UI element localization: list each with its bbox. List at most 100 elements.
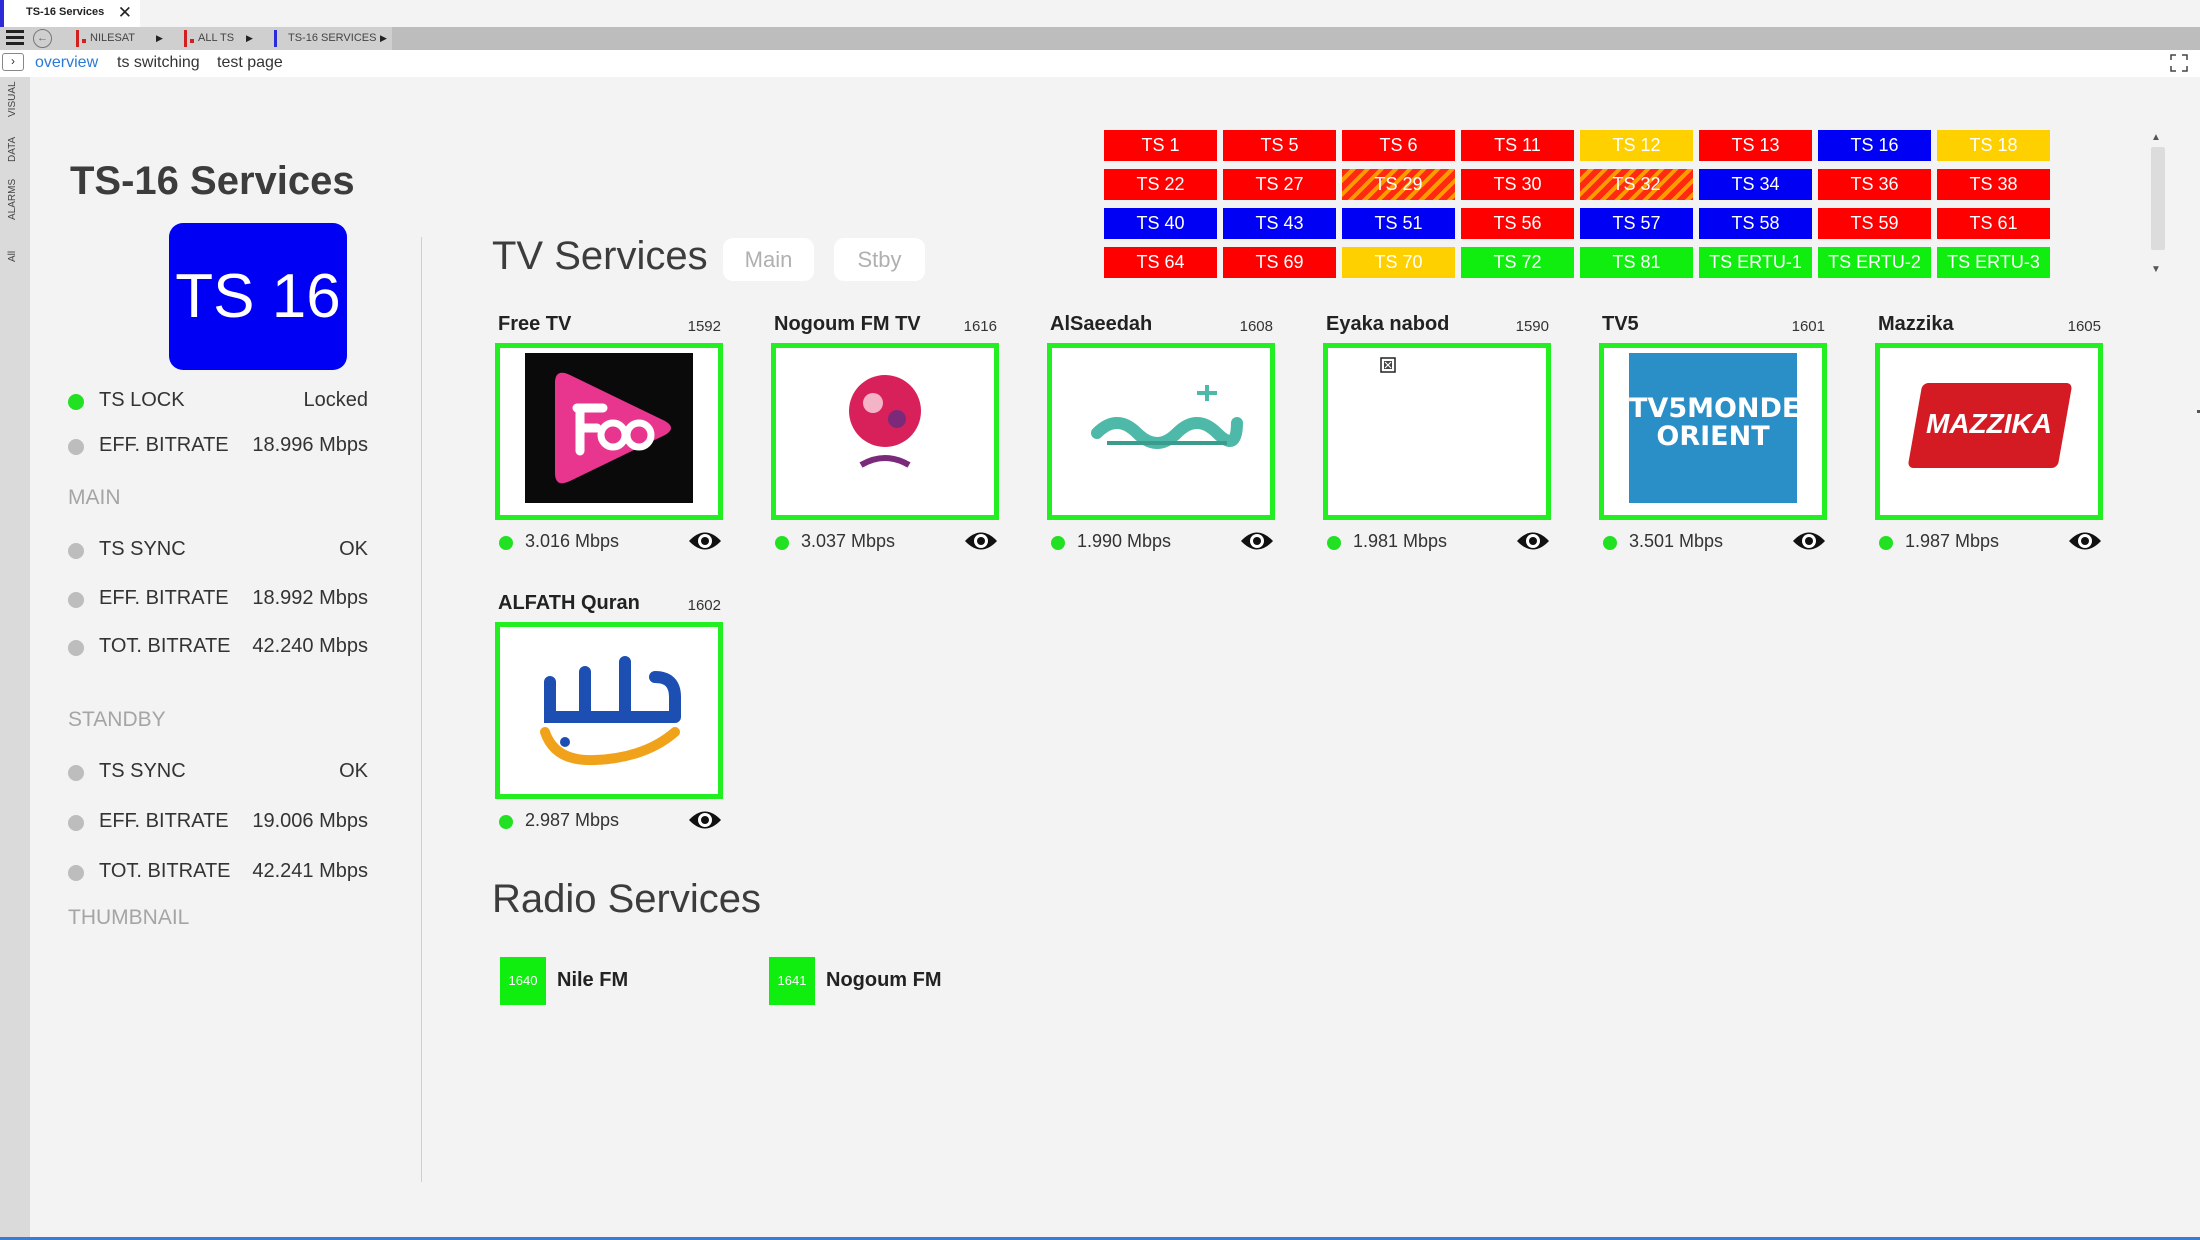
service-thumbnail[interactable]: TV5MONDE ORIENT	[1599, 343, 1827, 520]
ts-cell[interactable]: TS 22	[1104, 169, 1217, 200]
service-card-free-tv[interactable]: Free TV 1592 3.016 Mbps	[495, 313, 723, 575]
ts-cell[interactable]: TS 16	[1818, 130, 1931, 161]
eye-icon[interactable]	[2067, 528, 2103, 554]
ts-cell[interactable]: TS 38	[1937, 169, 2050, 200]
ts-cell[interactable]: TS 27	[1223, 169, 1336, 200]
ts-cell[interactable]: TS 43	[1223, 208, 1336, 239]
ts-cell[interactable]: TS 1	[1104, 130, 1217, 161]
service-name: Eyaka nabod	[1326, 313, 1450, 335]
chevron-right-icon[interactable]: ▶	[156, 27, 163, 50]
ts-cell[interactable]: TS 72	[1461, 247, 1574, 278]
stby-stream-button[interactable]: Stby	[834, 238, 925, 281]
tab-test-page[interactable]: test page	[217, 54, 283, 72]
service-name: ALFATH Quran	[498, 592, 640, 614]
service-thumbnail[interactable]: MAZZIKA	[1875, 343, 2103, 520]
ts-cell[interactable]: TS 40	[1104, 208, 1217, 239]
service-thumbnail[interactable]	[495, 343, 723, 520]
mazzika-logo: MAZZIKA	[1905, 353, 2073, 503]
service-card-eyaka-nabod[interactable]: Eyaka nabod 1590 1.981 Mbps	[1323, 313, 1551, 575]
rail-tab-data[interactable]: DATA	[7, 137, 18, 162]
ts-cell[interactable]: TS 64	[1104, 247, 1217, 278]
status-dot-ok	[775, 536, 789, 550]
stat-value: 42.240 Mbps	[252, 635, 368, 657]
eye-icon[interactable]	[963, 528, 999, 554]
rail-tab-visual[interactable]: VISUAL	[7, 81, 18, 117]
free-tv-logo	[525, 353, 693, 503]
main-stream-button[interactable]: Main	[723, 238, 814, 281]
service-thumbnail[interactable]	[495, 622, 723, 799]
close-tab-icon[interactable]: ✕	[118, 3, 132, 23]
service-card-nogoum-fm-tv[interactable]: Nogoum FM TV 1616 3.037 Mbps	[771, 313, 999, 575]
ts-cell[interactable]: TS 59	[1818, 208, 1931, 239]
service-name: AlSaeedah	[1050, 313, 1153, 335]
ts-cell[interactable]: TS 58	[1699, 208, 1812, 239]
ts-cell[interactable]: TS 69	[1223, 247, 1336, 278]
radio-id-chip: 1640	[500, 957, 546, 1005]
service-card-alsaeedah[interactable]: AlSaeedah 1608 1.990 Mbps	[1047, 313, 1275, 575]
ts-cell[interactable]: TS 51	[1342, 208, 1455, 239]
chevron-right-icon[interactable]: ▶	[246, 27, 253, 50]
service-card-tv5[interactable]: TV5 1601 TV5MONDE ORIENT 3.501 Mbps	[1599, 313, 1827, 575]
back-icon[interactable]: ←	[33, 29, 52, 48]
ts-cell[interactable]: TS 6	[1342, 130, 1455, 161]
service-card-alfath-quran[interactable]: ALFATH Quran 1602 2.987 Mbps	[495, 592, 723, 854]
stat-value: 42.241 Mbps	[252, 860, 368, 882]
stat-label: TS SYNC	[99, 760, 186, 782]
eye-icon[interactable]	[687, 807, 723, 833]
ts-cell[interactable]: TS 5	[1223, 130, 1336, 161]
breadcrumb-label: ALL TS	[198, 32, 235, 44]
eye-icon[interactable]	[1791, 528, 1827, 554]
page-title: TS-16 Services	[70, 159, 355, 203]
ts-cell[interactable]: TS ERTU-3	[1937, 247, 2050, 278]
tab-overview[interactable]: overview	[35, 54, 98, 72]
eye-icon[interactable]	[687, 528, 723, 554]
ts-cell[interactable]: TS 32	[1580, 169, 1693, 200]
scroll-up-icon[interactable]: ▲	[2151, 132, 2161, 143]
ts-cell[interactable]: TS ERTU-2	[1818, 247, 1931, 278]
ts-cell[interactable]: TS 12	[1580, 130, 1693, 161]
ts-cell[interactable]: TS 56	[1461, 208, 1574, 239]
scroll-down-icon[interactable]: ▼	[2151, 264, 2161, 275]
breadcrumb-all-ts[interactable]: ALL TS ▶	[184, 27, 264, 50]
eff-bitrate-row: EFF. BITRATE 18.996 Mbps	[68, 432, 368, 462]
ts-grid-scrollbar[interactable]: ▲ ▼	[2148, 132, 2168, 287]
logo-text: TV5MONDE	[1629, 393, 1797, 424]
ts-cell[interactable]: TS 13	[1699, 130, 1812, 161]
ts-cell[interactable]: TS 29	[1342, 169, 1455, 200]
breadcrumb-ts16-services[interactable]: TS-16 SERVICES ▶	[274, 27, 392, 50]
eye-icon[interactable]	[1239, 528, 1275, 554]
hamburger-menu-icon[interactable]	[6, 30, 24, 46]
document-tab[interactable]: TS-16 Services ✕	[0, 0, 140, 27]
expand-panel-icon[interactable]: ›	[2, 53, 24, 71]
service-thumbnail[interactable]	[1323, 343, 1551, 520]
ts-cell[interactable]: TS 57	[1580, 208, 1693, 239]
chevron-right-icon[interactable]: ▶	[380, 27, 387, 50]
ts-cell[interactable]: TS ERTU-1	[1699, 247, 1812, 278]
ts-cell[interactable]: TS 81	[1580, 247, 1693, 278]
ts-cell[interactable]: TS 30	[1461, 169, 1574, 200]
radio-item-nile-fm[interactable]: 1640 Nile FM	[500, 957, 700, 1007]
ts-cell[interactable]: TS 70	[1342, 247, 1455, 278]
service-thumbnail[interactable]	[1047, 343, 1275, 520]
status-dot-ok	[499, 815, 513, 829]
ts-cell[interactable]: TS 34	[1699, 169, 1812, 200]
fullscreen-icon[interactable]	[2170, 54, 2188, 72]
breadcrumb-nilesat[interactable]: NILESAT ▶	[76, 27, 172, 50]
scrollbar-thumb[interactable]	[2151, 147, 2165, 250]
side-rail: VISUAL DATA ALARMS All	[0, 77, 30, 1240]
tab-ts-switching[interactable]: ts switching	[117, 54, 200, 72]
status-flag-icon	[274, 30, 277, 47]
stat-label: TOT. BITRATE	[99, 635, 231, 657]
ts-cell[interactable]: TS 36	[1818, 169, 1931, 200]
service-card-mazzika[interactable]: Mazzika 1605 MAZZIKA 1.987 Mbps	[1875, 313, 2103, 575]
eye-icon[interactable]	[1515, 528, 1551, 554]
ts-cell[interactable]: TS 61	[1937, 208, 2050, 239]
stat-value: 18.992 Mbps	[252, 587, 368, 609]
rail-tab-alarms[interactable]: ALARMS	[7, 179, 18, 220]
service-bitrate: 3.037 Mbps	[801, 531, 896, 551]
service-thumbnail[interactable]	[771, 343, 999, 520]
rail-tab-all[interactable]: All	[7, 251, 18, 262]
radio-item-nogoum-fm[interactable]: 1641 Nogoum FM	[769, 957, 989, 1007]
ts-cell[interactable]: TS 11	[1461, 130, 1574, 161]
ts-cell[interactable]: TS 18	[1937, 130, 2050, 161]
